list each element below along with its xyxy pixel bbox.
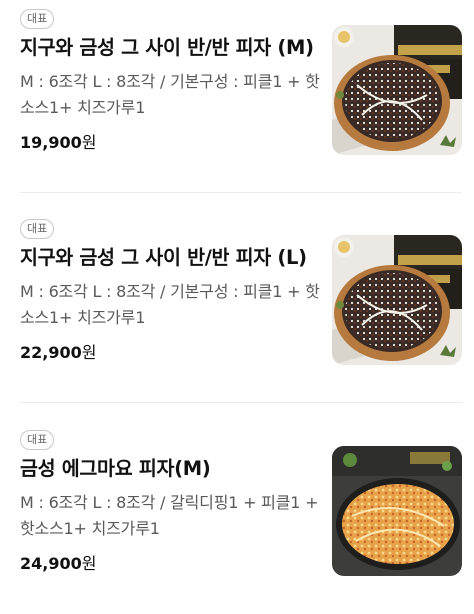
menu-item-name: 금성 에그마요 피자(M) <box>20 457 211 480</box>
menu-item-description: M : 6조각 L : 8조각 / 기본구성 : 피클1 + 핫소스1+ 치즈가… <box>20 72 320 117</box>
signature-badge: 대표 <box>20 219 55 239</box>
currency-unit: 원 <box>81 554 97 573</box>
price-value: 19,900 <box>20 133 82 152</box>
menu-item-description: M : 6조각 L : 8조각 / 갈릭디핑1 + 피클1 + 핫소스1+ 치즈… <box>20 493 319 538</box>
menu-item-name: 지구와 금성 그 사이 반/반 피자 (L) <box>20 246 307 269</box>
menu-item[interactable]: 대표 지구와 금성 그 사이 반/반 피자 (L) M : 6조각 L : 8조… <box>20 207 462 403</box>
menu-item-price: 19,900원 <box>20 129 320 153</box>
signature-badge: 대표 <box>20 9 55 29</box>
half-half-pizza-photo[interactable] <box>332 235 462 365</box>
menu-item-name: 지구와 금성 그 사이 반/반 피자 (M) <box>20 36 314 59</box>
menu-item-price: 24,900원 <box>20 550 320 574</box>
currency-unit: 원 <box>81 133 97 152</box>
menu-item[interactable]: 대표 지구와 금성 그 사이 반/반 피자 (M) M : 6조각 L : 8조… <box>20 0 462 193</box>
egg-mayo-pizza-photo[interactable] <box>332 446 462 576</box>
menu-item-description: M : 6조각 L : 8조각 / 기본구성 : 피클1 + 핫소스1+ 치즈가… <box>20 282 320 327</box>
signature-badge: 대표 <box>20 430 55 450</box>
half-half-pizza-photo[interactable] <box>332 25 462 155</box>
price-value: 24,900 <box>20 554 82 573</box>
menu-item-price: 22,900원 <box>20 339 320 363</box>
currency-unit: 원 <box>81 343 97 362</box>
price-value: 22,900 <box>20 343 82 362</box>
